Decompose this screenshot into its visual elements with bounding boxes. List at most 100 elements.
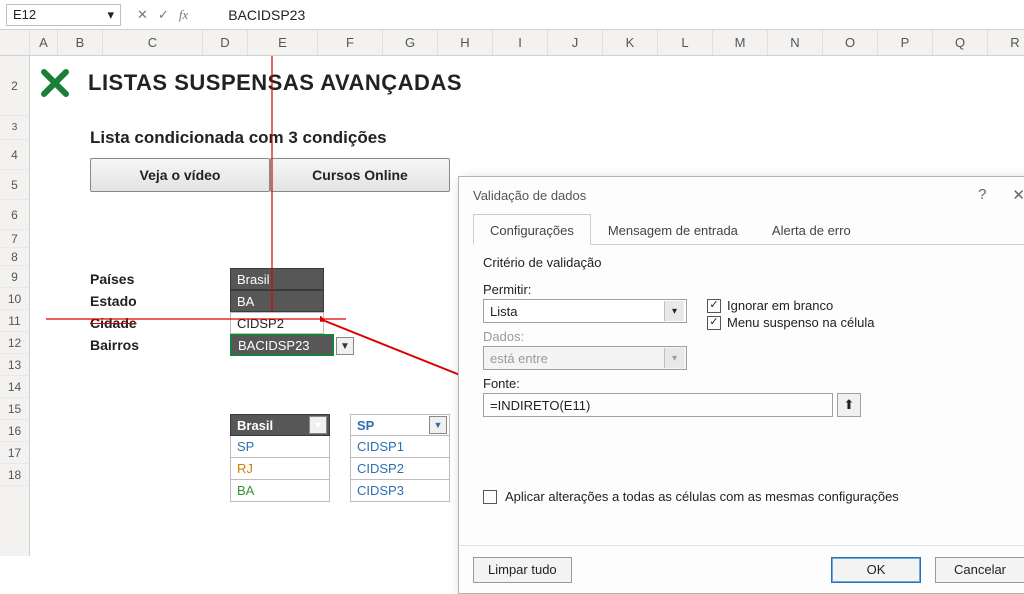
mini-table-brasil-header[interactable]: Brasil ▼ [230, 414, 330, 436]
label-cidade: Cidade [90, 312, 139, 334]
ignore-blank-checkbox[interactable]: ✓ Ignorar em branco [707, 298, 874, 313]
filter-button-icon[interactable]: ▼ [309, 416, 327, 434]
checkbox-checked-icon: ✓ [707, 299, 721, 313]
cell-cidade[interactable]: CIDSP2 [230, 312, 324, 334]
row-11[interactable]: 11 [0, 310, 29, 332]
mini-table-brasil-r3[interactable]: BA [230, 480, 330, 502]
row-7[interactable]: 7 [0, 230, 29, 248]
mini-table-sp-r3[interactable]: CIDSP3 [350, 480, 450, 502]
tab-input-message[interactable]: Mensagem de entrada [591, 214, 755, 245]
col-E[interactable]: E [248, 30, 318, 55]
row-12[interactable]: 12 [0, 332, 29, 354]
data-combo-value: está entre [490, 351, 548, 366]
tab-error-alert[interactable]: Alerta de erro [755, 214, 868, 245]
column-headers: A B C D E F G H I J K L M N O P Q R [0, 30, 1024, 56]
col-A[interactable]: A [30, 30, 58, 55]
ignore-blank-label: Ignorar em branco [727, 298, 833, 313]
row-15[interactable]: 15 [0, 398, 29, 420]
fx-icon[interactable]: fx [179, 7, 188, 23]
mini-table-sp-r1[interactable]: CIDSP1 [350, 436, 450, 458]
formula-bar-value[interactable]: BACIDSP23 [198, 7, 305, 23]
dialog-title: Validação de dados [473, 188, 586, 203]
mini-table-sp-header-label: SP [357, 418, 374, 433]
col-N[interactable]: N [768, 30, 823, 55]
source-input[interactable]: =INDIRETO(E11) [483, 393, 833, 417]
arrow-to-cell-icon [320, 316, 480, 396]
col-K[interactable]: K [603, 30, 658, 55]
help-icon[interactable]: ? [978, 186, 986, 204]
allow-combo[interactable]: Lista ▾ [483, 299, 687, 323]
dialog-footer: Limpar tudo OK Cancelar [459, 545, 1024, 593]
row-4[interactable]: 4 [0, 140, 29, 170]
in-cell-dropdown-label: Menu suspenso na célula [727, 315, 874, 330]
row-6[interactable]: 6 [0, 200, 29, 230]
range-picker-button[interactable]: ⬆ [837, 393, 861, 417]
online-courses-button[interactable]: Cursos Online [270, 158, 450, 192]
select-all-corner[interactable] [0, 30, 30, 55]
tab-settings[interactable]: Configurações [473, 214, 591, 245]
dialog-tabs: Configurações Mensagem de entrada Alerta… [473, 213, 1024, 245]
col-R[interactable]: R [988, 30, 1024, 55]
row-8[interactable]: 8 [0, 248, 29, 266]
label-estado: Estado [90, 290, 139, 312]
col-F[interactable]: F [318, 30, 383, 55]
close-icon[interactable]: ✕ [1012, 186, 1024, 204]
col-H[interactable]: H [438, 30, 493, 55]
filter-button-icon[interactable]: ▼ [429, 416, 447, 434]
row-18[interactable]: 18 [0, 464, 29, 486]
watch-video-button[interactable]: Veja o vídeo [90, 158, 270, 192]
cell-bairros-value: BACIDSP23 [238, 338, 310, 353]
field-values: Brasil BA CIDSP2 BACIDSP23 ▼ [230, 268, 334, 356]
col-Q[interactable]: Q [933, 30, 988, 55]
col-J[interactable]: J [548, 30, 603, 55]
cell-estado[interactable]: BA [230, 290, 324, 312]
row-5[interactable]: 5 [0, 170, 29, 200]
guide-vertical-line [270, 56, 274, 316]
check-icon[interactable]: ✓ [158, 7, 169, 23]
row-14[interactable]: 14 [0, 376, 29, 398]
chevron-down-icon: ▾ [107, 7, 114, 23]
apply-all-checkbox[interactable]: Aplicar alterações a todas as células co… [483, 489, 1015, 504]
checkbox-unchecked-icon [483, 490, 497, 504]
in-cell-dropdown-checkbox[interactable]: ✓ Menu suspenso na célula [707, 315, 874, 330]
col-B[interactable]: B [58, 30, 103, 55]
row-16[interactable]: 16 [0, 420, 29, 442]
mini-table-sp-header[interactable]: SP ▼ [350, 414, 450, 436]
formula-bar-icons: ✕ ✓ fx [127, 7, 198, 23]
validation-group-title: Critério de validação [483, 255, 1015, 270]
page-subtitle: Lista condicionada com 3 condições [90, 128, 1024, 148]
page-title: LISTAS SUSPENSAS AVANÇADAS [88, 70, 462, 96]
cell-paises[interactable]: Brasil [230, 268, 324, 290]
col-C[interactable]: C [103, 30, 203, 55]
col-M[interactable]: M [713, 30, 768, 55]
row-3[interactable]: 3 [0, 116, 29, 140]
row-13[interactable]: 13 [0, 354, 29, 376]
formula-bar: E12 ▾ ✕ ✓ fx BACIDSP23 [0, 0, 1024, 30]
ok-button[interactable]: OK [831, 557, 921, 583]
dialog-titlebar[interactable]: Validação de dados ? ✕ [459, 177, 1024, 213]
row-2[interactable]: 2 [0, 56, 29, 116]
col-G[interactable]: G [383, 30, 438, 55]
clear-all-button[interactable]: Limpar tudo [473, 557, 572, 583]
data-combo-disabled: está entre ▾ [483, 346, 687, 370]
col-O[interactable]: O [823, 30, 878, 55]
col-L[interactable]: L [658, 30, 713, 55]
mini-table-brasil-r2[interactable]: RJ [230, 458, 330, 480]
cell-bairros-selected[interactable]: BACIDSP23 ▼ [230, 334, 334, 356]
cancel-button[interactable]: Cancelar [935, 557, 1024, 583]
range-picker-icon: ⬆ [844, 397, 855, 413]
col-D[interactable]: D [203, 30, 248, 55]
col-P[interactable]: P [878, 30, 933, 55]
mini-table-sp-r2[interactable]: CIDSP2 [350, 458, 450, 480]
worksheet[interactable]: LISTAS SUSPENSAS AVANÇADAS Lista condici… [30, 56, 1024, 556]
times-icon[interactable]: ✕ [137, 7, 148, 23]
source-label: Fonte: [483, 376, 1015, 391]
allow-combo-value: Lista [490, 304, 517, 319]
row-17[interactable]: 17 [0, 442, 29, 464]
row-10[interactable]: 10 [0, 288, 29, 310]
mini-table-brasil-r1[interactable]: SP [230, 436, 330, 458]
row-9[interactable]: 9 [0, 266, 29, 288]
label-bairros: Bairros [90, 334, 139, 356]
col-I[interactable]: I [493, 30, 548, 55]
name-box[interactable]: E12 ▾ [6, 4, 121, 26]
